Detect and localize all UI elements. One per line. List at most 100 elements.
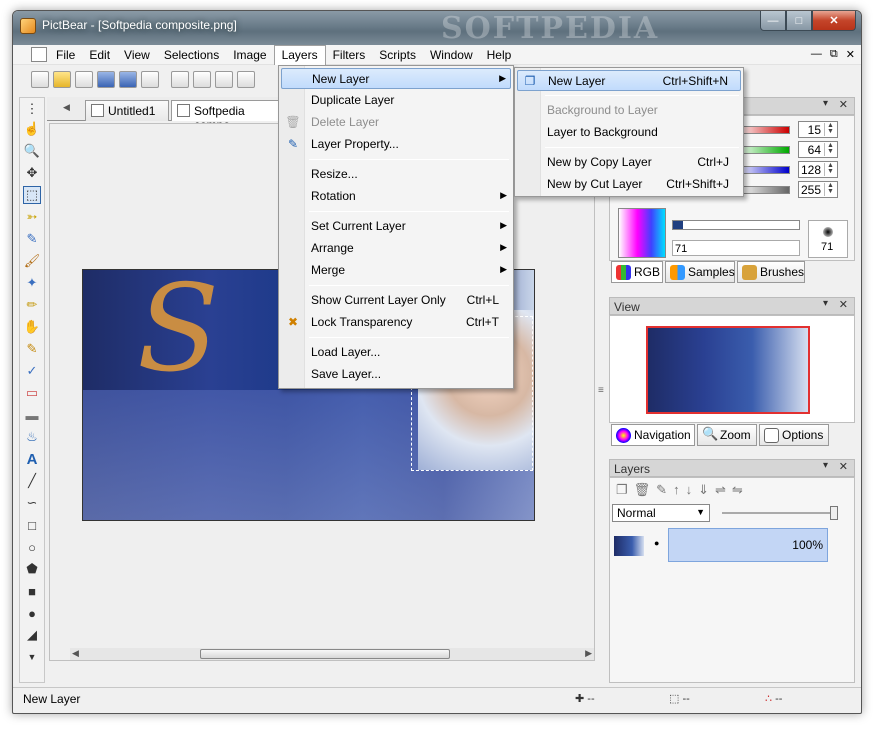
panel-close-icon[interactable]: ✕: [839, 460, 848, 473]
panel-close-icon[interactable]: ✕: [839, 98, 848, 111]
menu-save-layer[interactable]: Save Layer...: [281, 364, 511, 385]
crop-icon[interactable]: [237, 71, 255, 88]
eyedropper-icon[interactable]: ✓: [23, 362, 41, 380]
save-all-icon[interactable]: [119, 71, 137, 88]
alpha-value-input[interactable]: 255 ▲ ▼: [798, 181, 838, 198]
menu-selections[interactable]: Selections: [157, 45, 226, 65]
menu-layer-property[interactable]: ✎ Layer Property...: [281, 134, 511, 155]
tab-zoom[interactable]: 🔍 Zoom: [697, 424, 757, 446]
mdi-restore-icon[interactable]: ⧉: [830, 48, 838, 61]
curve-icon[interactable]: ∽: [23, 494, 41, 512]
tab-navigation[interactable]: Navigation: [611, 424, 695, 446]
submenu-layer-to-background[interactable]: Layer to Background: [517, 122, 741, 143]
brush-icon[interactable]: 🖌: [23, 252, 41, 270]
tab-untitled1[interactable]: Untitled1: [85, 100, 169, 121]
menu-view[interactable]: View: [117, 45, 157, 65]
mdi-minimize-icon[interactable]: —: [811, 48, 822, 61]
submenu-new-by-copy[interactable]: New by Copy Layer Ctrl+J: [517, 152, 741, 173]
spin-arrows-icon[interactable]: ▲ ▼: [824, 122, 836, 136]
menu-file[interactable]: File: [49, 45, 82, 65]
panel-close-icon[interactable]: ✕: [839, 298, 848, 311]
paste-icon[interactable]: [215, 71, 233, 88]
submenu-new-layer[interactable]: ❐ New Layer Ctrl+Shift+N: [517, 70, 741, 91]
menu-resize[interactable]: Resize...: [281, 164, 511, 185]
blend-mode-select[interactable]: Normal ▼: [612, 504, 710, 522]
tab-samples[interactable]: Samples: [665, 261, 735, 283]
color-picker-square[interactable]: [618, 208, 666, 258]
red-value-input[interactable]: 15 ▲ ▼: [798, 121, 838, 138]
menu-lock-transparency[interactable]: ✖ Lock Transparency Ctrl+T: [281, 312, 511, 333]
flatten-icon[interactable]: ⇋: [732, 482, 743, 498]
menu-layers[interactable]: Layers: [273, 45, 326, 65]
cut-icon[interactable]: [171, 71, 189, 88]
toolbox-scroll-down-icon[interactable]: ▼: [23, 648, 41, 666]
zoom-icon[interactable]: 🔍: [23, 142, 41, 160]
tab-rgb[interactable]: RGB: [611, 261, 663, 283]
layer-thumbnail[interactable]: [614, 536, 644, 556]
merge-visible-icon[interactable]: ⇌: [715, 482, 726, 498]
maximize-button[interactable]: □: [786, 11, 812, 31]
tab-options[interactable]: Options: [759, 424, 829, 446]
pin-icon[interactable]: ▾: [823, 98, 828, 109]
menu-edit[interactable]: Edit: [82, 45, 117, 65]
navigation-thumbnail[interactable]: [646, 326, 810, 414]
menu-new-layer[interactable]: New Layer ▶: [281, 68, 511, 89]
smudge-icon[interactable]: ✋: [23, 318, 41, 336]
green-value-input[interactable]: 64 ▲ ▼: [798, 141, 838, 158]
browse-icon[interactable]: [75, 71, 93, 88]
layer-opacity-slider[interactable]: [722, 512, 834, 514]
tab-scroll-left-icon[interactable]: ◀: [63, 102, 70, 113]
blue-value-input[interactable]: 128 ▲ ▼: [798, 161, 838, 178]
filled-ellipse-icon[interactable]: ●: [23, 604, 41, 622]
hand-pointer-icon[interactable]: ☝: [23, 120, 41, 138]
rectangle-icon[interactable]: □: [23, 516, 41, 534]
splitter-grip-icon[interactable]: ≡: [598, 385, 604, 396]
eraser-icon[interactable]: ▭: [23, 384, 41, 402]
pin-icon[interactable]: ▾: [823, 460, 828, 471]
layer-row-selected[interactable]: 100%: [668, 528, 828, 562]
move-layer-up-icon[interactable]: ↑: [673, 482, 680, 498]
mdi-close-icon[interactable]: ✕: [846, 48, 855, 61]
filled-rectangle-icon[interactable]: ■: [23, 582, 41, 600]
tab-softpedia-composite[interactable]: Softpedia compo: [171, 100, 291, 132]
delete-layer-icon[interactable]: 🗑: [634, 482, 651, 498]
line-icon[interactable]: ╱: [23, 472, 41, 490]
close-button[interactable]: ✕: [812, 11, 856, 31]
menu-set-current-layer[interactable]: Set Current Layer ▶: [281, 216, 511, 237]
scroll-thumb[interactable]: [200, 649, 450, 659]
document-icon[interactable]: [31, 47, 47, 62]
menu-show-current-layer-only[interactable]: Show Current Layer Only Ctrl+L: [281, 290, 511, 311]
open-folder-icon[interactable]: [53, 71, 71, 88]
menu-help[interactable]: Help: [480, 45, 519, 65]
fill-bucket-icon[interactable]: ♨: [23, 428, 41, 446]
spin-arrows-icon[interactable]: ▲ ▼: [824, 162, 836, 176]
menu-image[interactable]: Image: [226, 45, 273, 65]
spin-arrows-icon[interactable]: ▲ ▼: [824, 182, 836, 196]
new-layer-icon[interactable]: ❐: [616, 482, 628, 498]
menu-window[interactable]: Window: [423, 45, 480, 65]
filled-polygon-icon[interactable]: ◢: [23, 626, 41, 644]
alpha-slider[interactable]: [736, 186, 790, 194]
pin-icon[interactable]: ▾: [823, 298, 828, 309]
text-tool-icon[interactable]: A: [23, 450, 41, 468]
scroll-right-icon[interactable]: ▶: [585, 648, 592, 659]
crayon-icon[interactable]: ✏: [23, 296, 41, 314]
airbrush-icon[interactable]: ✦: [23, 274, 41, 292]
layer-properties-icon[interactable]: ✎: [656, 482, 667, 498]
menu-load-layer[interactable]: Load Layer...: [281, 342, 511, 363]
merge-down-icon[interactable]: ⇓: [698, 482, 709, 498]
lasso-icon[interactable]: ➳: [23, 208, 41, 226]
move-layer-down-icon[interactable]: ↓: [686, 482, 693, 498]
polygon-icon[interactable]: ⬟: [23, 560, 41, 578]
menu-merge[interactable]: Merge ▶: [281, 260, 511, 281]
panel-splitter[interactable]: ≡: [596, 123, 606, 683]
menu-filters[interactable]: Filters: [326, 45, 373, 65]
pencil-icon[interactable]: ✎: [23, 230, 41, 248]
gradient-icon[interactable]: ▬: [23, 406, 41, 424]
new-file-icon[interactable]: [31, 71, 49, 88]
layer-visibility-icon[interactable]: ●: [654, 538, 659, 548]
menu-scripts[interactable]: Scripts: [372, 45, 423, 65]
print-icon[interactable]: [141, 71, 159, 88]
menu-arrange[interactable]: Arrange ▶: [281, 238, 511, 259]
submenu-new-by-cut[interactable]: New by Cut Layer Ctrl+Shift+J: [517, 174, 741, 195]
